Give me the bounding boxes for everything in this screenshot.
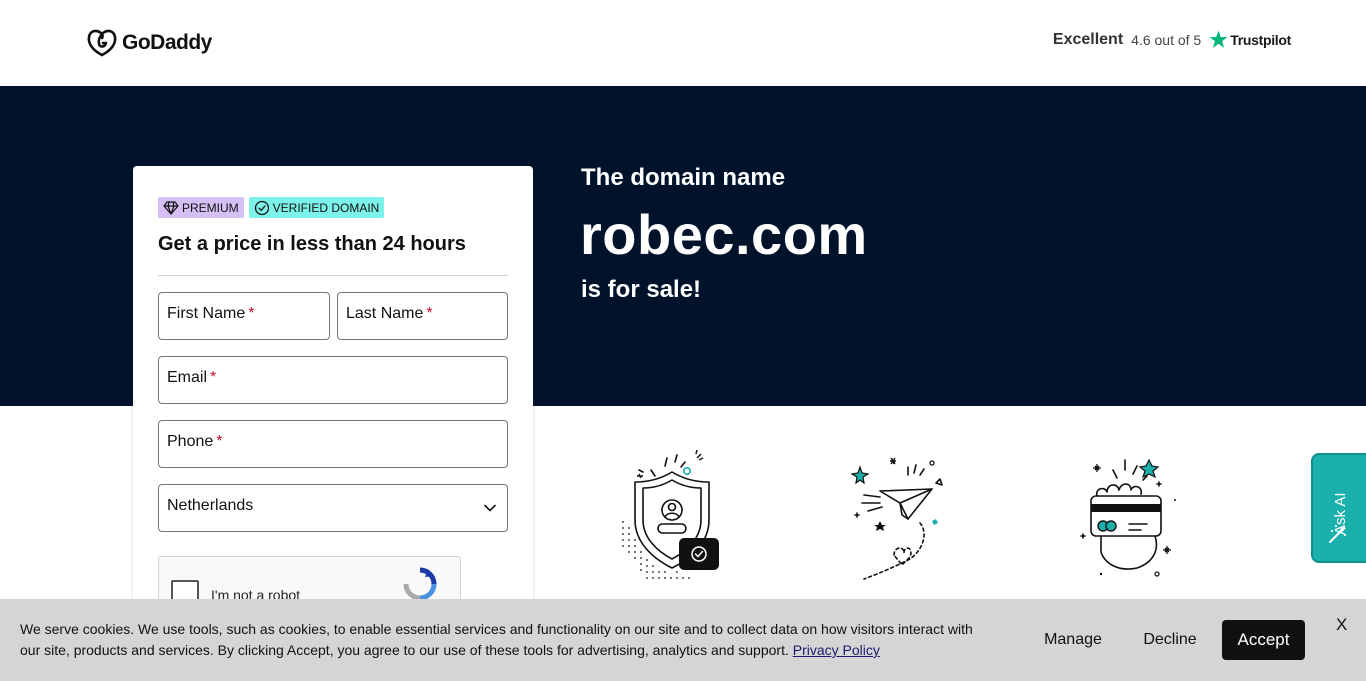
check-circle-icon — [254, 200, 269, 215]
godaddy-logo[interactable]: GoDaddy — [86, 28, 212, 58]
diamond-icon — [163, 200, 179, 215]
trustpilot-star-icon — [1209, 30, 1228, 48]
hero-tagline: is for sale! — [581, 276, 702, 303]
chevron-down-icon — [484, 504, 496, 512]
verified-badge-label: VERIFIED DOMAIN — [272, 200, 380, 215]
last-name-label: Last Name * — [346, 305, 433, 322]
accept-button[interactable]: Accept — [1222, 620, 1305, 660]
premium-badge: PREMIUM — [158, 197, 244, 218]
cookie-message: We serve cookies. We use tools, such as … — [20, 619, 995, 661]
first-name-label: First Name * — [167, 305, 255, 322]
phone-field[interactable]: Phone * — [158, 420, 508, 468]
email-field[interactable]: Email * — [158, 356, 508, 404]
domain-name-heading: robec.com — [580, 203, 868, 266]
manage-button[interactable]: Manage — [1033, 620, 1113, 660]
verified-badge: VERIFIED DOMAIN — [248, 197, 385, 218]
country-select[interactable]: Netherlands — [158, 484, 508, 532]
form-title: Get a price in less than 24 hours — [158, 233, 466, 255]
trustpilot-logo: Trustpilot — [1209, 30, 1291, 49]
required-mark: * — [210, 369, 217, 386]
premium-badge-label: PREMIUM — [182, 200, 239, 215]
close-banner-button[interactable]: X — [1336, 615, 1347, 635]
trustpilot-widget[interactable]: Excellent 4.6 out of 5 Trustpilot — [1053, 30, 1291, 49]
country-value: Netherlands — [167, 497, 254, 514]
form-divider — [158, 275, 508, 276]
hand-card-icon — [1080, 458, 1176, 577]
hero-intro: The domain name — [581, 164, 786, 191]
ask-ai-label: Ask AI — [1332, 492, 1349, 535]
recaptcha-icon — [403, 567, 437, 601]
top-header: GoDaddy Excellent 4.6 out of 5 Trustpilo… — [0, 0, 1366, 86]
shield-user-icon — [622, 450, 719, 579]
privacy-policy-link[interactable]: Privacy Policy — [793, 642, 880, 658]
badge-row: PREMIUM VERIFIED DOMAIN — [158, 197, 385, 218]
price-request-form: PREMIUM VERIFIED DOMAIN Get a price in l… — [133, 166, 533, 634]
paper-plane-icon — [850, 457, 943, 580]
required-mark: * — [426, 305, 433, 322]
trustpilot-brand: Trustpilot — [1230, 31, 1291, 48]
ask-ai-button[interactable]: Ask AI — [1311, 453, 1366, 563]
email-label: Email * — [167, 369, 217, 386]
cookie-banner: We serve cookies. We use tools, such as … — [0, 599, 1366, 681]
required-mark: * — [248, 305, 255, 322]
trust-label: Excellent — [1052, 30, 1124, 48]
first-name-field[interactable]: First Name * — [158, 292, 330, 340]
godaddy-logo-icon — [87, 29, 117, 57]
phone-label: Phone * — [167, 433, 223, 450]
trust-rating: 4.6 out of 5 — [1131, 31, 1202, 48]
required-mark: * — [216, 433, 223, 450]
decline-button[interactable]: Decline — [1133, 620, 1207, 660]
last-name-field[interactable]: Last Name * — [337, 292, 508, 340]
brand-name: GoDaddy — [122, 31, 212, 54]
